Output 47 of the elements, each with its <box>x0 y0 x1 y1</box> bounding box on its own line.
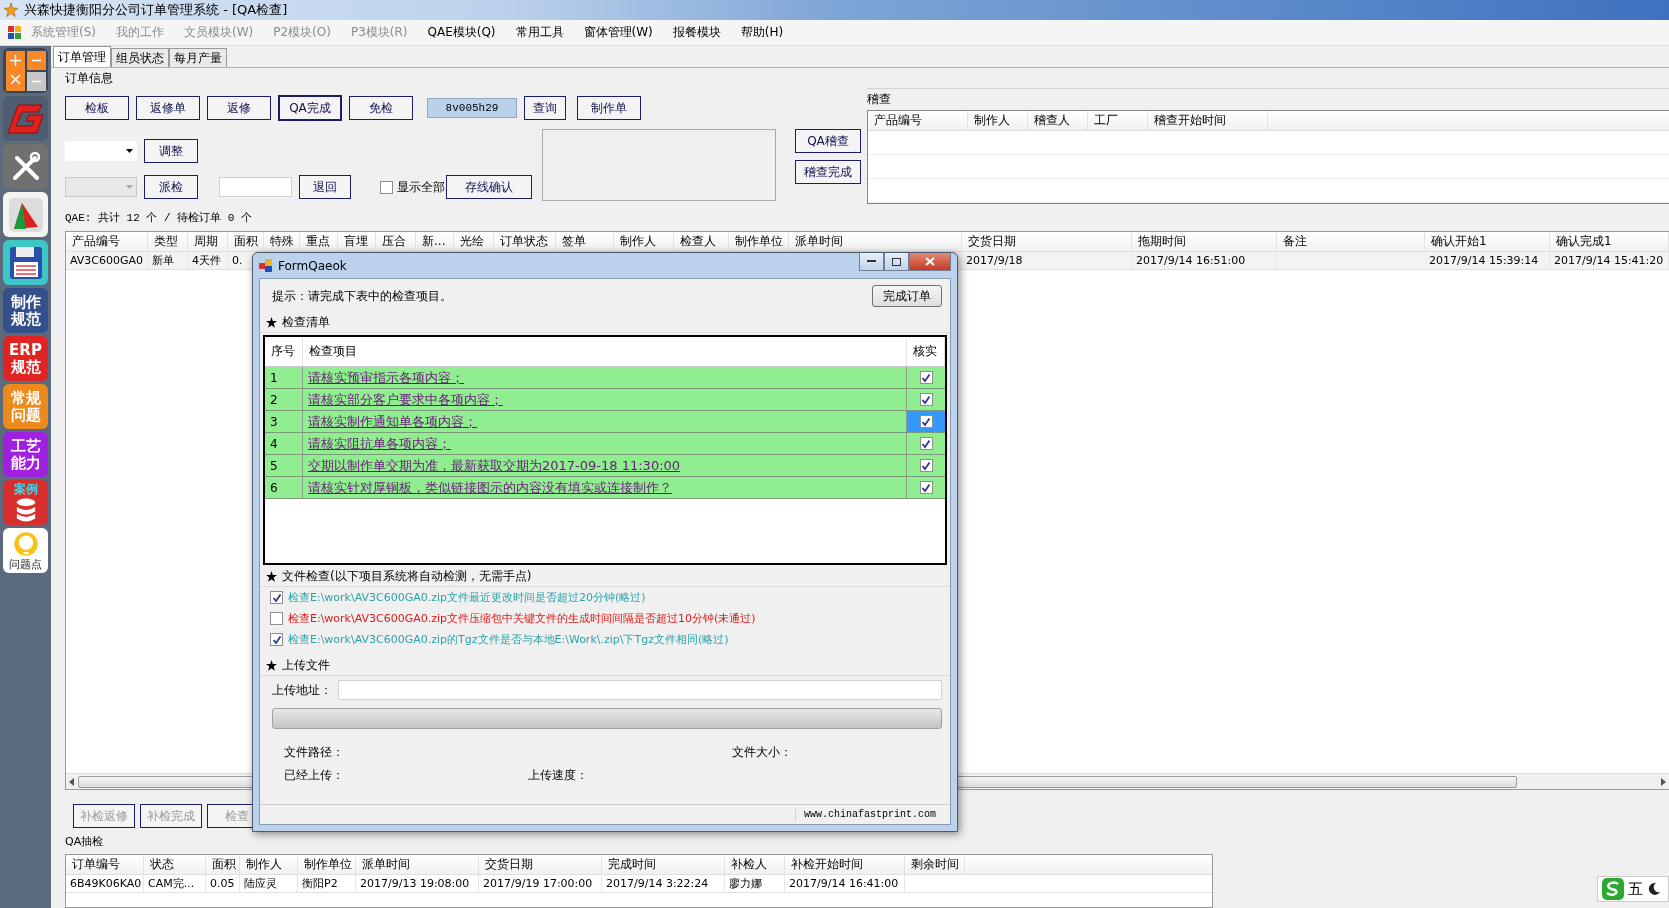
order-code-label: 8v005h29 <box>427 98 517 118</box>
table-cell: 2017/9/14 15:41:20 <box>1550 252 1669 269</box>
checkbox-label: 显示全部 <box>397 178 445 196</box>
table-cell: AV3C600GA0 <box>66 252 148 269</box>
row-number: 2 <box>265 389 303 410</box>
section-title: 文件检查(以下项目系统将自动检测，无需手点) <box>282 568 532 585</box>
summary-text: QAE: 共计 12 个 / 待检订单 0 个 <box>65 211 253 226</box>
file-check-text: 检查E:\work\AV3C600GA0.zip文件最近更改时间是否超过20分钟(略过) <box>288 590 646 605</box>
table-cell: 4天件 <box>188 252 228 269</box>
row-number: 6 <box>265 477 303 498</box>
table-cell: CAM完... <box>144 875 206 892</box>
table-cell: 2017/9/14 15:39:14 <box>1425 252 1550 269</box>
info-label: 上传速度： <box>528 767 588 784</box>
status-text: www.chinafastprint.com <box>794 809 936 820</box>
window-title: 兴森快捷衡阳分公司订单管理系统 - [QA检查] <box>24 1 288 19</box>
group-title: QA抽检 <box>65 834 104 850</box>
input-mode-text: 五 <box>1628 879 1643 899</box>
table-cell: 廖力娜 <box>725 875 785 892</box>
table-cell: 陆应灵 <box>240 875 298 892</box>
info-label: 已经上传： <box>284 767 344 784</box>
row-number: 1 <box>265 367 303 388</box>
file-check-text: 检查E:\work\AV3C600GA0.zip文件压缩包中关键文件的生成时间间隔是否超过10分钟(未通过) <box>288 611 756 626</box>
row-number: 5 <box>265 455 303 476</box>
hint-text: 提示：请完成下表中的检查项目。 <box>272 287 452 305</box>
shortcut-label: 案例 <box>13 482 38 496</box>
info-label: 文件大小： <box>732 744 792 761</box>
table-cell: 2017/9/14 16:51:00 <box>1132 252 1277 269</box>
table-cell: 6B49K06KA0 <box>66 875 144 892</box>
info-label: 文件路径： <box>284 744 344 761</box>
group-title: 订单信息 <box>65 70 113 86</box>
table-cell: 衡阳P2 <box>298 875 356 892</box>
row-number: 3 <box>265 411 303 432</box>
file-check-text: 检查E:\work\AV3C600GA0.zip的Tgz文件是否与本地E:\Work\.zip\下Tgz文件相同(略过) <box>288 632 729 647</box>
field-label: 上传地址： <box>272 681 332 699</box>
table-cell: 2017/9/13 19:08:00 <box>356 875 479 892</box>
table-cell: 0.05 <box>206 875 240 892</box>
dialog-title: FormQaeok <box>278 258 347 273</box>
table-cell: 2017/9/14 16:41:00 <box>785 875 905 892</box>
shortcut-label: 问题点 <box>9 557 42 571</box>
table-cell: 新单 <box>148 252 188 269</box>
group-title: 稽查 <box>867 91 891 107</box>
section-title: 检查清单 <box>282 314 330 331</box>
row-number: 4 <box>265 433 303 454</box>
table-cell: 2017/9/14 3:22:24 <box>602 875 725 892</box>
table-cell: 2017/9/18 <box>962 252 1132 269</box>
table-cell: 2017/9/19 17:00:00 <box>479 875 602 892</box>
section-title: 上传文件 <box>282 657 330 674</box>
